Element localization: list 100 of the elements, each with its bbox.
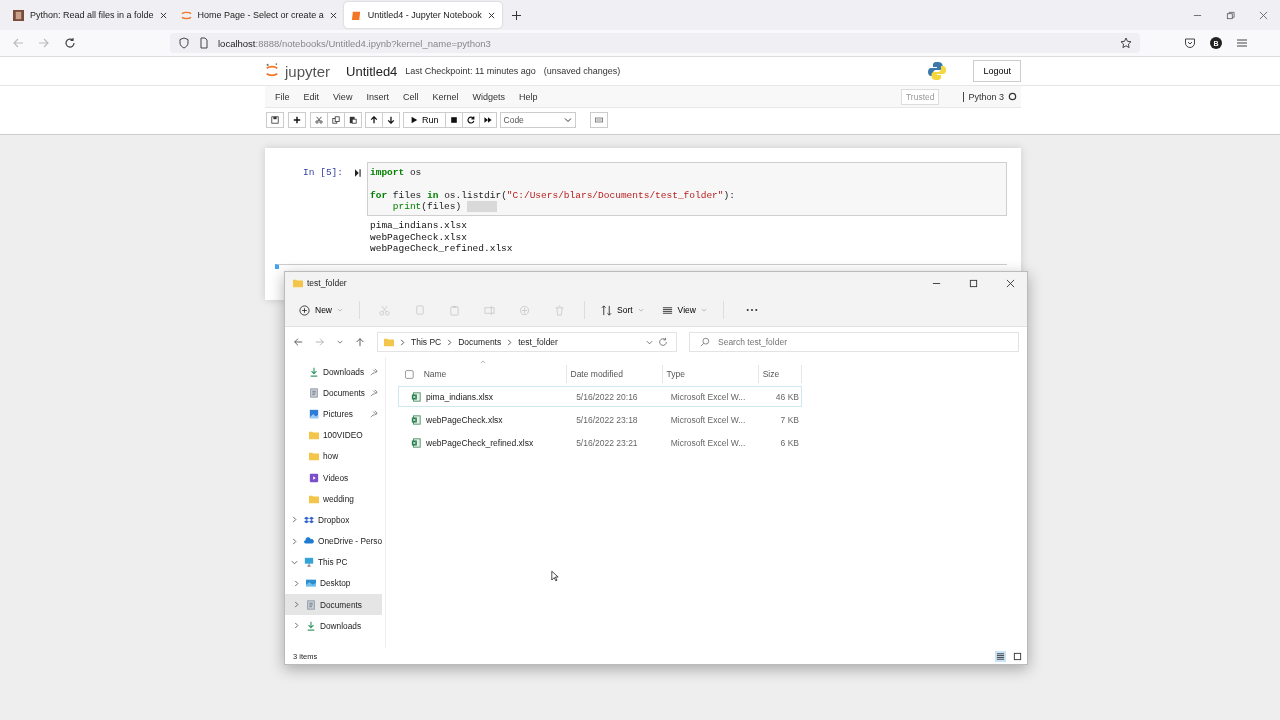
new-button[interactable]: New — [293, 300, 349, 320]
close-icon[interactable] — [487, 11, 495, 19]
paste-button[interactable] — [344, 112, 362, 128]
breadcrumb-item[interactable]: This PC — [411, 337, 442, 347]
nav-item[interactable]: Dropbox — [285, 509, 383, 531]
up-icon[interactable] — [355, 337, 365, 347]
address-bar[interactable]: This PC Documents test_folder — [377, 332, 677, 352]
save-button[interactable] — [266, 112, 284, 128]
date-cell-text: 5/16/2022 20:16 — [575, 391, 639, 402]
keyboard-button[interactable] — [589, 112, 608, 128]
cell-type-dropdown[interactable]: Code — [499, 112, 576, 128]
close-icon[interactable] — [329, 11, 337, 19]
browser-tab[interactable]: Home Page - Select or create a — [173, 2, 344, 28]
nav-item[interactable]: Pictures — [285, 403, 383, 425]
maximize-icon[interactable] — [969, 278, 978, 288]
chevron-icon[interactable] — [291, 558, 298, 566]
excel-file-icon — [411, 414, 421, 425]
restore-icon[interactable] — [1226, 10, 1235, 20]
nav-item[interactable]: wedding — [285, 488, 383, 510]
browser-tab[interactable]: Python: Read all files in a folde — [6, 2, 174, 28]
search-input[interactable]: Search test_folder — [716, 336, 1008, 348]
nav-item[interactable]: 100VIDEO — [285, 424, 383, 446]
view-button[interactable]: View — [655, 300, 713, 320]
logout-button[interactable]: Logout — [973, 60, 1021, 82]
file-row[interactable]: webPageCheck_refined.xlsx 5/16/2022 23:21 Microsoft Excel W... 6 KB — [398, 432, 802, 453]
monitor-icon — [304, 557, 314, 568]
menu-item[interactable]: File — [275, 91, 290, 102]
menu-item[interactable]: Insert — [366, 91, 389, 102]
nav-item[interactable]: Desktop — [285, 572, 383, 595]
file-row[interactable]: webPageCheck.xlsx 5/16/2022 23:18 Microsoft Excel W... 7 KB — [398, 409, 802, 430]
kernel-idle-icon — [1008, 92, 1017, 101]
mouse-pointer-icon — [551, 570, 559, 582]
new-tab-icon[interactable] — [511, 10, 521, 20]
chevron-icon[interactable] — [293, 601, 300, 609]
documents-icon — [306, 599, 316, 610]
nav-item[interactable]: This PC — [285, 551, 383, 573]
add-cell-button[interactable] — [288, 112, 306, 128]
date-cell-text: 5/16/2022 23:18 — [575, 414, 639, 425]
breadcrumb-item[interactable]: Documents — [458, 337, 502, 347]
recent-locations-icon[interactable] — [337, 339, 343, 345]
nav-item[interactable]: Downloads — [285, 361, 383, 383]
column-header[interactable]: Name — [419, 365, 567, 383]
shield-icon — [178, 37, 190, 49]
notebook-icon — [350, 9, 362, 21]
star-icon[interactable] — [1120, 37, 1132, 49]
videos-icon — [309, 472, 319, 483]
browser-tab[interactable]: Untitled4 - Jupyter Notebook — [343, 2, 502, 28]
plus-circle-icon — [299, 304, 310, 316]
run-cell-icon[interactable] — [355, 169, 361, 177]
scissors-icon — [315, 116, 323, 124]
close-icon[interactable] — [1006, 278, 1015, 288]
back-icon[interactable] — [293, 337, 303, 347]
code-editor[interactable]: import os for files in os.listdir("C:/Users/blars/Documents/test_folder"): print(files) — [367, 162, 1007, 216]
menu-icon[interactable] — [1236, 37, 1248, 49]
kernel-name[interactable]: Python 3 — [963, 91, 1004, 102]
tiles-view-icon[interactable] — [1012, 650, 1023, 662]
run-button[interactable]: Run — [403, 112, 446, 128]
breadcrumb-item[interactable]: test_folder — [518, 337, 558, 347]
address-bar[interactable]: localhost:8888/notebooks/Untitled4.ipynb?kernel_name=python3 — [170, 33, 1140, 53]
notebook-name[interactable]: Untitled4 — [346, 63, 398, 79]
menu-item[interactable]: View — [333, 91, 353, 102]
nav-item[interactable]: Documents — [285, 382, 383, 404]
jupyter-logo-icon — [180, 9, 192, 21]
column-header[interactable]: Type — [662, 365, 759, 383]
reload-icon[interactable] — [64, 37, 76, 49]
menu-item[interactable]: Edit — [303, 91, 320, 102]
menu-item[interactable]: Widgets — [472, 91, 505, 102]
column-header[interactable]: Date modified — [566, 365, 663, 383]
move-down-button[interactable] — [382, 112, 400, 128]
close-icon[interactable] — [159, 11, 167, 19]
dropdown-icon[interactable] — [646, 338, 653, 346]
checkbox-icon[interactable] — [405, 369, 414, 379]
file-row[interactable]: pima_indians.xlsx 5/16/2022 20:16 Microsoft Excel W... 46 KB — [398, 386, 802, 407]
chevron-icon[interactable] — [293, 579, 300, 587]
jupyter-wordmark[interactable]: jupyter — [285, 62, 331, 80]
nav-item[interactable]: how — [285, 445, 383, 467]
caret-icon — [337, 307, 343, 313]
menu-item[interactable]: Kernel — [432, 91, 459, 102]
chevron-icon[interactable] — [293, 622, 300, 630]
move-up-button[interactable] — [365, 112, 383, 128]
chevron-icon[interactable] — [291, 537, 298, 545]
type-cell-text: Microsoft Excel W... — [669, 437, 747, 448]
folder-icon — [309, 493, 319, 504]
nav-item[interactable]: Videos — [285, 466, 383, 489]
column-header[interactable]: Size — [758, 365, 802, 383]
sort-button[interactable]: Sort — [595, 300, 650, 320]
more-icon[interactable] — [745, 308, 758, 312]
nav-item[interactable]: Documents — [285, 594, 383, 616]
pocket-icon[interactable] — [1184, 37, 1196, 49]
search-field[interactable]: Search test_folder — [689, 332, 1019, 352]
copy-button[interactable] — [327, 112, 345, 128]
chevron-icon[interactable] — [291, 516, 298, 524]
menu-item[interactable]: Help — [518, 91, 538, 102]
save-icon — [271, 116, 279, 124]
output-line: webPageCheck_refined.xlsx — [370, 243, 514, 255]
details-view-icon[interactable] — [995, 650, 1006, 662]
menu-item[interactable]: Cell — [402, 91, 419, 102]
nav-item[interactable]: Downloads — [285, 615, 383, 637]
refresh-icon[interactable] — [658, 337, 668, 347]
nav-item[interactable]: OneDrive - Perso — [285, 530, 383, 552]
